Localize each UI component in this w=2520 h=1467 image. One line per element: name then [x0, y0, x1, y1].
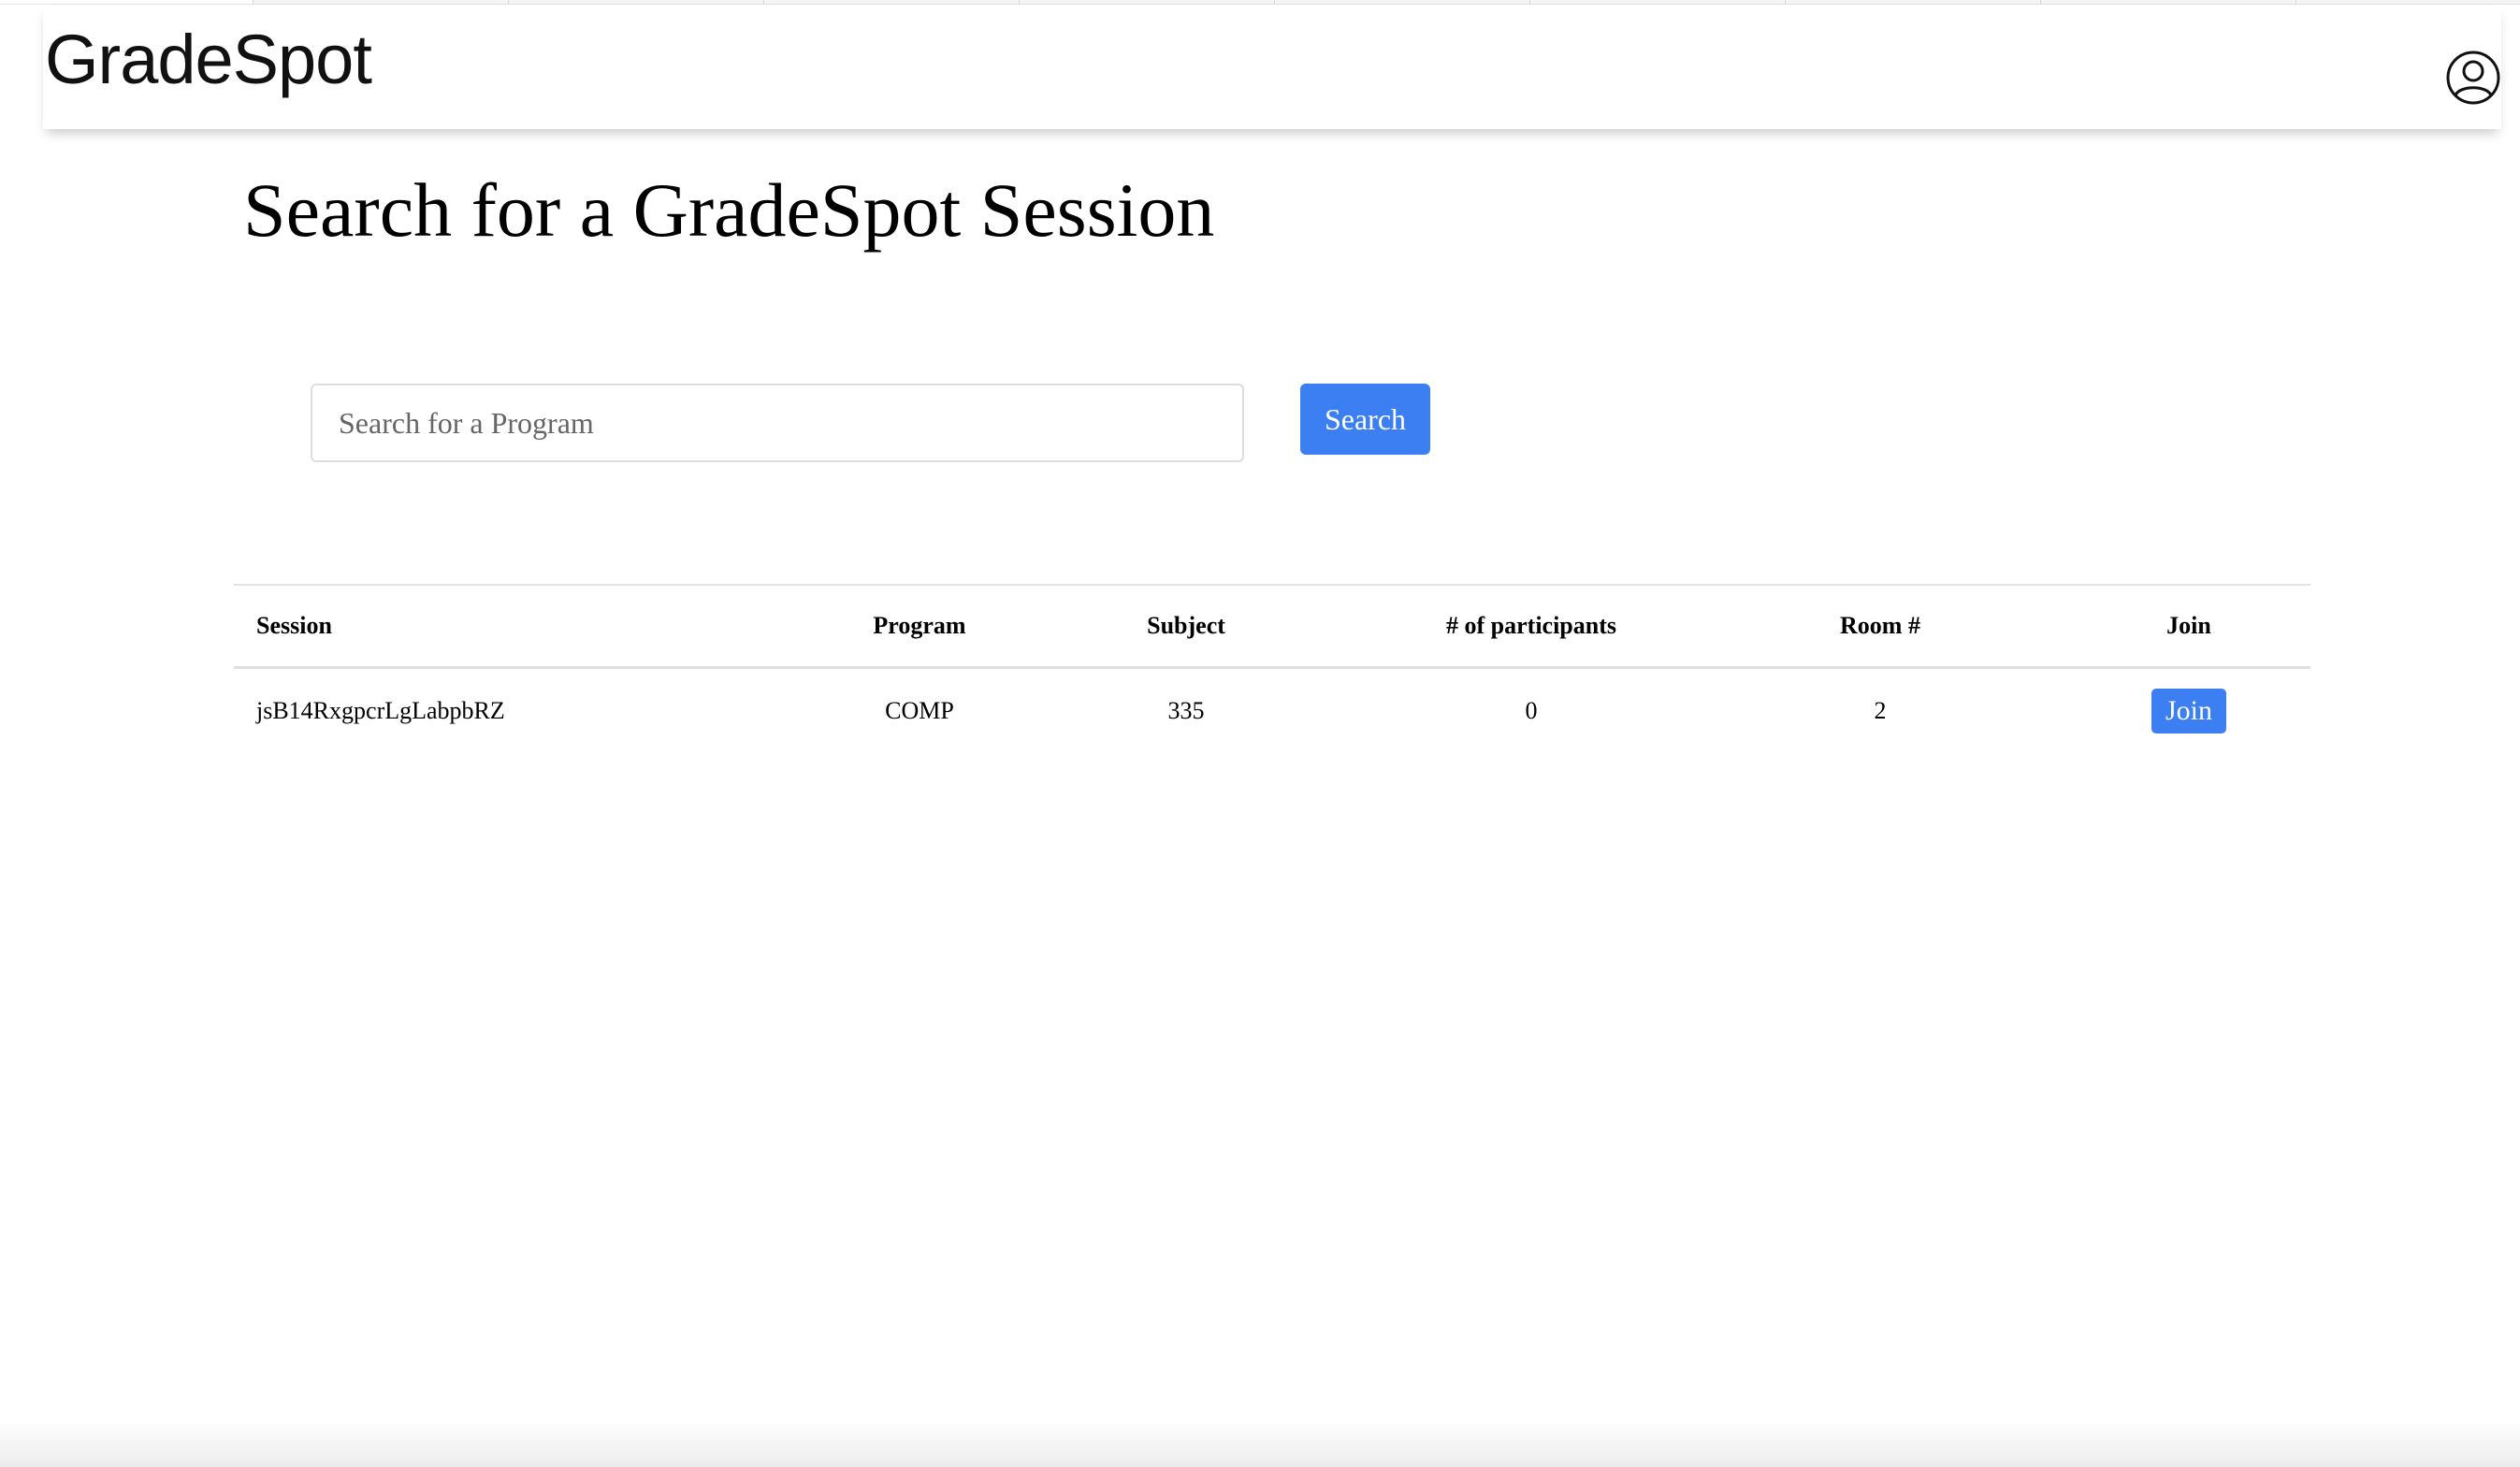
- room-cell: 2: [1874, 697, 1887, 724]
- tab-segment[interactable]: [253, 0, 509, 4]
- tab-segment[interactable]: [1019, 0, 1275, 4]
- table-row: jsB14RxgpcrLgLabpbRZ COMP 335 0 2 Join: [234, 668, 2310, 754]
- subject-cell: 335: [1167, 697, 1205, 724]
- window-bottom-shadow: [0, 1420, 2520, 1467]
- brand-logo[interactable]: GradeSpot: [45, 25, 372, 94]
- column-header-subject: Subject: [1003, 585, 1369, 669]
- program-cell: COMP: [885, 697, 954, 724]
- tab-segment[interactable]: [763, 0, 1020, 4]
- table-header-row: Session Program Subject # of participant…: [234, 585, 2310, 669]
- search-button[interactable]: Search: [1300, 384, 1430, 455]
- tab-segment[interactable]: [508, 0, 764, 4]
- column-header-session: Session: [234, 585, 836, 669]
- tab-segment-active[interactable]: [0, 0, 253, 4]
- participants-cell: 0: [1525, 697, 1538, 724]
- user-circle-icon[interactable]: [2445, 50, 2501, 106]
- tab-segment[interactable]: [2040, 0, 2296, 4]
- column-header-join: Join: [2067, 585, 2310, 669]
- column-header-program: Program: [836, 585, 1003, 669]
- session-id-cell: jsB14RxgpcrLgLabpbRZ: [256, 697, 505, 724]
- column-header-participants: # of participants: [1369, 585, 1693, 669]
- tab-segment[interactable]: [1274, 0, 1530, 4]
- tab-segment[interactable]: [1529, 0, 1786, 4]
- page-title: Search for a GradeSpot Session: [243, 167, 1215, 253]
- tab-segment[interactable]: [1785, 0, 2041, 4]
- column-header-room: Room #: [1693, 585, 2067, 669]
- program-search-input[interactable]: [311, 384, 1244, 462]
- join-cell: Join: [2067, 668, 2310, 754]
- join-button[interactable]: Join: [2151, 689, 2226, 734]
- sessions-table: Session Program Subject # of participant…: [234, 584, 2310, 753]
- navbar: GradeSpot: [43, 5, 2501, 129]
